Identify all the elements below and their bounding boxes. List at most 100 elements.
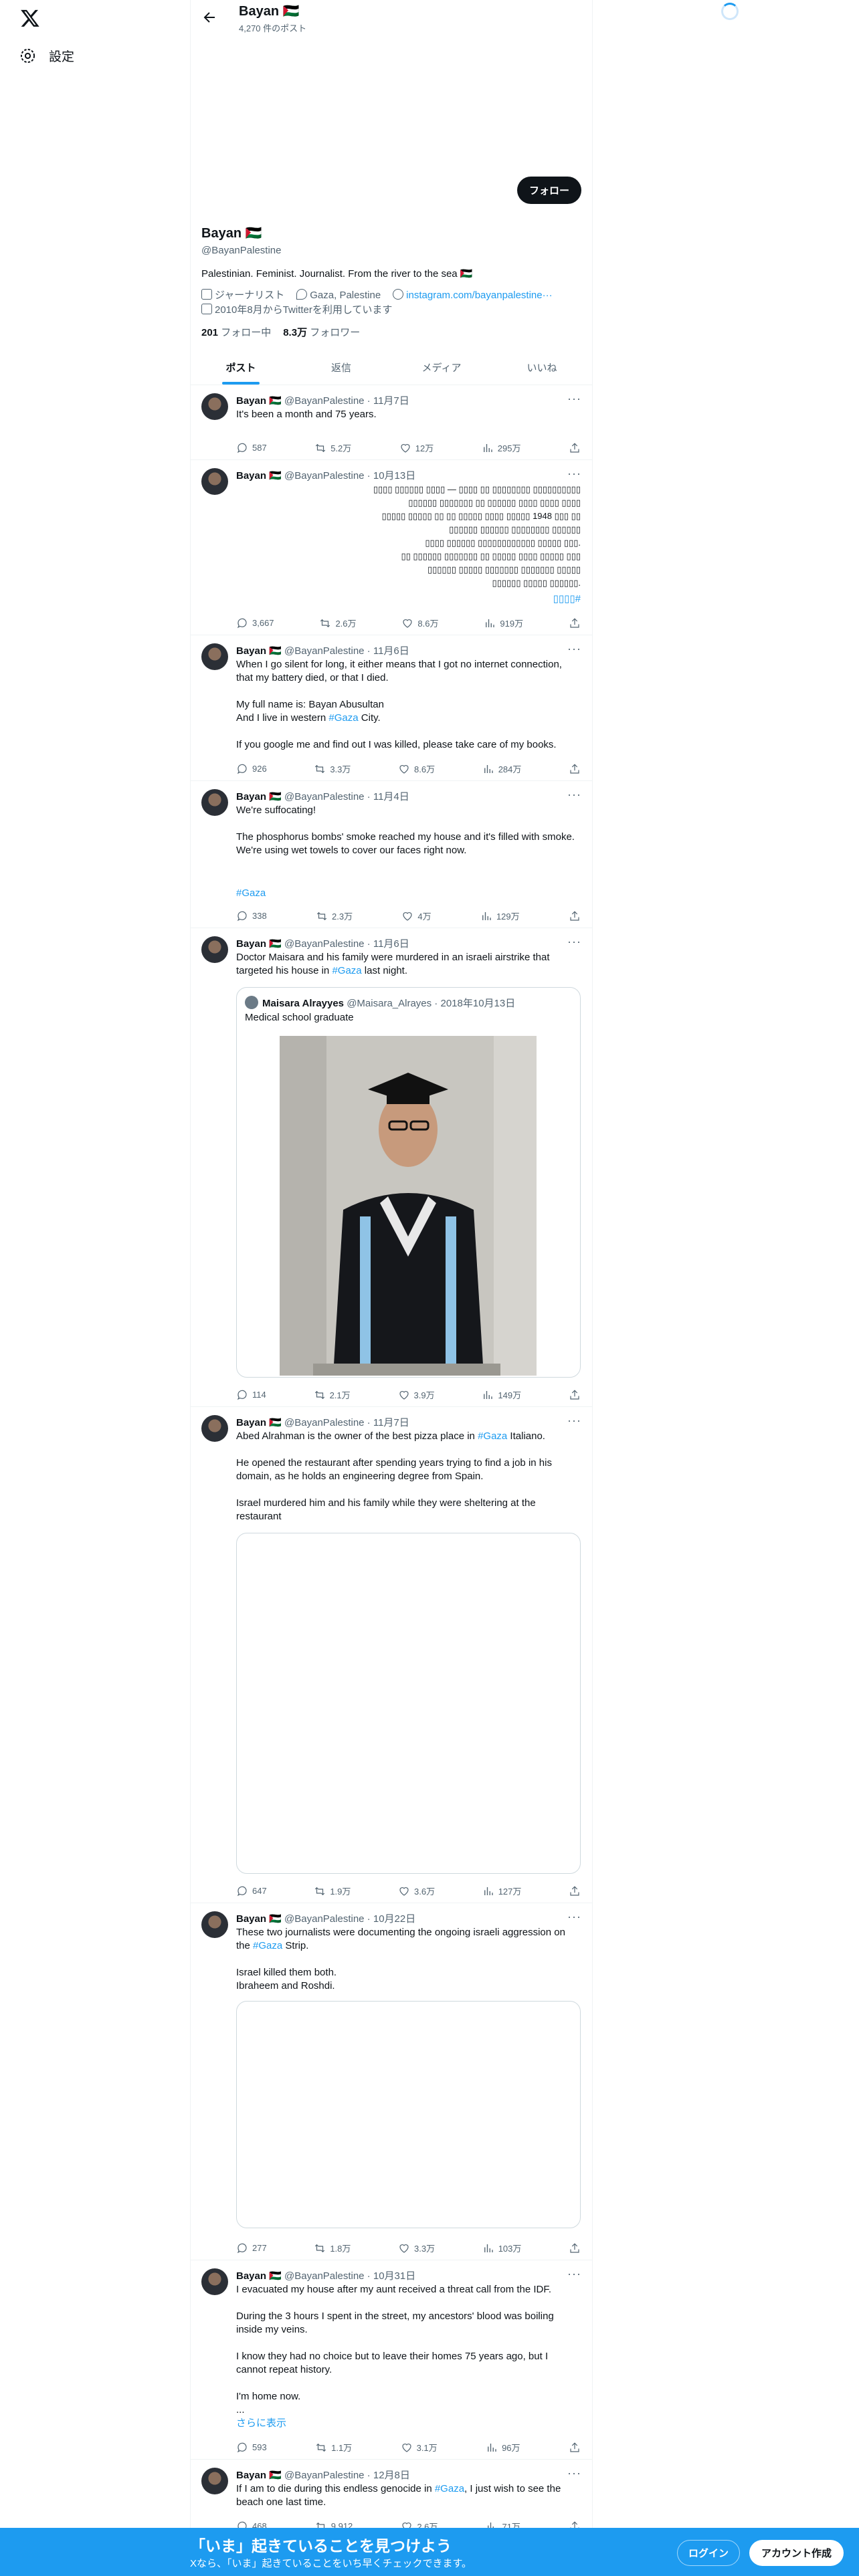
- share-button[interactable]: [569, 2441, 581, 2454]
- like-button[interactable]: 8.6万: [398, 762, 435, 775]
- reply-button[interactable]: 277: [236, 2242, 267, 2254]
- hashtag-link[interactable]: #Gaza: [253, 1940, 282, 1951]
- share-button[interactable]: [569, 762, 581, 775]
- share-button[interactable]: [569, 1388, 581, 1401]
- avatar[interactable]: [201, 643, 228, 670]
- profile-link[interactable]: instagram.com/bayanpalestine···: [406, 290, 552, 301]
- repost-button[interactable]: 5.2万: [314, 441, 351, 454]
- like-button[interactable]: 4万: [401, 909, 432, 922]
- back-arrow-icon[interactable]: [201, 9, 217, 25]
- reply-button[interactable]: 647: [236, 1885, 267, 1897]
- followers-link[interactable]: 8.3万 フォロワー: [283, 325, 360, 339]
- briefcase-icon: [201, 289, 212, 300]
- share-button[interactable]: [569, 2242, 581, 2254]
- like-button[interactable]: 8.6万: [401, 617, 438, 629]
- share-button[interactable]: [569, 441, 581, 454]
- more-options-icon[interactable]: ···: [567, 788, 581, 802]
- share-button[interactable]: [569, 909, 581, 922]
- login-button[interactable]: ログイン: [677, 2540, 741, 2566]
- repost-button[interactable]: 1.1万: [315, 2441, 352, 2454]
- tweet[interactable]: Bayan 🇵🇸 @BayanPalestine · 11月7日 ··· Abe…: [191, 1407, 592, 1903]
- reply-button[interactable]: 338: [236, 909, 267, 922]
- views-chart-icon: [486, 619, 495, 627]
- x-logo-icon[interactable]: [20, 8, 40, 28]
- views-button[interactable]: 129万: [480, 909, 520, 922]
- views-button[interactable]: 295万: [482, 441, 520, 454]
- tweet[interactable]: Bayan 🇵🇸 @BayanPalestine · 11月6日 ··· Whe…: [191, 635, 592, 781]
- tab-likes[interactable]: いいね: [492, 350, 592, 385]
- avatar[interactable]: [201, 1415, 228, 1442]
- repost-button[interactable]: 2.6万: [319, 617, 357, 629]
- tweet[interactable]: Bayan 🇵🇸 @BayanPalestine · 10月22日 ··· Th…: [191, 1903, 592, 2260]
- like-button[interactable]: 12万: [399, 441, 434, 454]
- tweet[interactable]: Bayan 🇵🇸 @BayanPalestine · 11月7日 ··· It'…: [191, 385, 592, 460]
- views-button[interactable]: 96万: [486, 2441, 520, 2454]
- avatar[interactable]: [201, 936, 228, 963]
- reply-button[interactable]: 3,667: [236, 617, 274, 629]
- tweet[interactable]: Bayan 🇵🇸 @BayanPalestine · 10月31日 ··· I …: [191, 2260, 592, 2460]
- heart-icon: [399, 764, 409, 774]
- views-button[interactable]: 127万: [482, 1885, 521, 1897]
- more-options-icon[interactable]: ···: [567, 2267, 581, 2281]
- hashtag-link[interactable]: #Gaza: [478, 1430, 507, 1442]
- reply-icon: [237, 618, 247, 628]
- profile-banner: [191, 36, 592, 170]
- tweet[interactable]: Bayan 🇵🇸 @BayanPalestine · 10月13日 ··· ▯▯…: [191, 460, 592, 635]
- heart-icon: [399, 1390, 409, 1400]
- views-button[interactable]: 919万: [484, 617, 523, 629]
- more-options-icon[interactable]: ···: [567, 392, 581, 406]
- reply-button[interactable]: 114: [236, 1388, 266, 1401]
- tweet-media[interactable]: [236, 2001, 581, 2228]
- share-button[interactable]: [569, 1885, 581, 1897]
- like-button[interactable]: 3.6万: [398, 1885, 435, 1897]
- reply-button[interactable]: 926: [236, 762, 267, 775]
- avatar[interactable]: [201, 393, 228, 420]
- avatar[interactable]: [201, 2268, 228, 2295]
- views-button[interactable]: 284万: [482, 762, 521, 775]
- following-link[interactable]: 201 フォロー中: [201, 325, 271, 339]
- tweet[interactable]: Bayan 🇵🇸 @BayanPalestine · 11月4日 ··· We'…: [191, 781, 592, 928]
- avatar[interactable]: [201, 2468, 228, 2494]
- hashtag-link[interactable]: #Gaza: [236, 887, 581, 900]
- quoted-tweet[interactable]: Maisara Alrayyes @Maisara_Alrayes · 2018…: [236, 987, 581, 1378]
- heart-icon: [403, 911, 413, 921]
- follow-button[interactable]: フォロー: [516, 177, 581, 204]
- avatar[interactable]: [201, 789, 228, 816]
- more-options-icon[interactable]: ···: [567, 2466, 581, 2480]
- repost-button[interactable]: 1.9万: [314, 1885, 351, 1897]
- repost-button[interactable]: 1.8万: [314, 2242, 351, 2254]
- hashtag-link[interactable]: #Gaza: [332, 965, 361, 976]
- like-button[interactable]: 3.9万: [398, 1388, 435, 1401]
- create-account-button[interactable]: アカウント作成: [749, 2540, 844, 2566]
- like-button[interactable]: 3.1万: [401, 2441, 438, 2454]
- more-options-icon[interactable]: ···: [567, 467, 581, 481]
- more-options-icon[interactable]: ···: [567, 642, 581, 656]
- like-button[interactable]: 3.3万: [398, 2242, 435, 2254]
- tweet-media[interactable]: [236, 1533, 581, 1874]
- views-button[interactable]: 149万: [482, 1388, 521, 1401]
- tweet-hashtag[interactable]: ▯▯▯▯#: [236, 593, 581, 606]
- repost-button[interactable]: 3.3万: [314, 762, 351, 775]
- show-more-link[interactable]: さらに表示: [236, 2417, 581, 2430]
- more-options-icon[interactable]: ···: [567, 935, 581, 949]
- repost-button[interactable]: 2.1万: [314, 1388, 351, 1401]
- tweet[interactable]: Bayan 🇵🇸 @BayanPalestine · 11月6日 ··· Doc…: [191, 928, 592, 1407]
- more-options-icon[interactable]: ···: [567, 1910, 581, 1924]
- reply-button[interactable]: 587: [236, 441, 267, 454]
- tab-replies[interactable]: 返信: [291, 350, 391, 385]
- signup-banner-subtitle: Xなら、「いま」起きていることをいち早くチェックできます。: [190, 2558, 472, 2569]
- tab-media[interactable]: メディア: [391, 350, 492, 385]
- share-button[interactable]: [569, 617, 581, 629]
- hashtag-link[interactable]: #Gaza: [435, 2483, 464, 2494]
- views-button[interactable]: 103万: [482, 2242, 521, 2254]
- tweet[interactable]: Bayan 🇵🇸 @BayanPalestine · 12月8日 ··· If …: [191, 2460, 592, 2532]
- avatar[interactable]: [201, 1911, 228, 1938]
- graduate-photo[interactable]: [280, 1036, 537, 1376]
- avatar[interactable]: [201, 468, 228, 495]
- more-options-icon[interactable]: ···: [567, 1414, 581, 1428]
- tab-posts[interactable]: ポスト: [191, 350, 291, 385]
- repost-button[interactable]: 2.3万: [316, 909, 353, 922]
- hashtag-link[interactable]: #Gaza: [328, 712, 358, 724]
- settings-link[interactable]: 設定: [19, 47, 74, 65]
- reply-button[interactable]: 593: [236, 2441, 267, 2454]
